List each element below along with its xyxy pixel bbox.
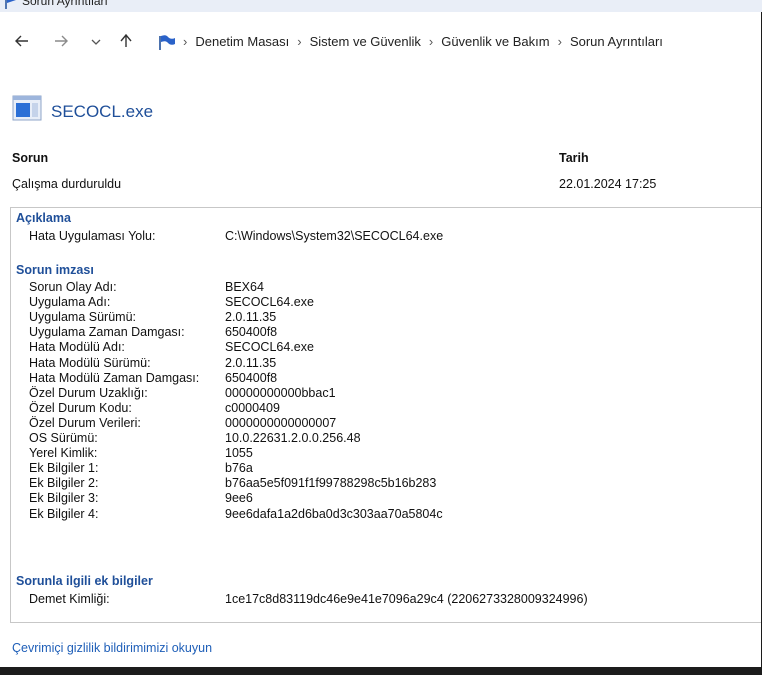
up-arrow-icon (118, 33, 134, 54)
app-name: SECOCL.exe (51, 101, 154, 121)
detail-value: 1ce17c8d83119dc46e9e41e7096a29c4 (220627… (225, 592, 588, 606)
back-arrow-icon (14, 33, 30, 54)
signature-row: Yerel Kimlik: 1055 (29, 446, 762, 461)
signature-row: Uygulama Adı: SECOCL64.exe (29, 295, 762, 310)
details-panel: Açıklama Hata Uygulaması Yolu: C:\Window… (10, 207, 762, 623)
breadcrumb-separator: › (557, 34, 562, 49)
signature-row: Hata Modülü Zaman Damgası: 650400f8 (29, 371, 762, 386)
signature-value: 650400f8 (225, 370, 278, 385)
signature-label: Yerel Kimlik: (29, 446, 98, 461)
breadcrumb-separator: › (183, 34, 188, 49)
signature-label: Ek Bilgiler 2: (29, 476, 99, 491)
detail-label: Demet Kimliği: (29, 592, 110, 606)
taskbar-edge (0, 667, 762, 675)
detail-value: C:\Windows\System32\SECOCL64.exe (225, 229, 444, 243)
breadcrumb-item-problem-details[interactable]: Sorun Ayrıntıları (570, 34, 663, 49)
signature-row: Uygulama Zaman Damgası: 650400f8 (29, 325, 762, 340)
breadcrumb-item-control-panel[interactable]: Denetim Masası (195, 34, 289, 49)
signature-label: Ek Bilgiler 1: (29, 461, 99, 476)
up-button[interactable] (115, 32, 137, 54)
signature-value: BEX64 (225, 280, 264, 294)
signature-title: Sorun imzası (16, 263, 94, 277)
signature-row: Hata Modülü Adı: SECOCL64.exe (29, 340, 762, 355)
breadcrumb-separator: › (297, 34, 302, 49)
signature-row: Sorun Olay Adı: BEX64 (29, 280, 762, 295)
signature-label: Uygulama Sürümü: (29, 310, 136, 325)
signature-label: OS Sürümü: (29, 431, 98, 445)
signature-row: Ek Bilgiler 1: b76a (29, 461, 762, 476)
flag-icon (4, 0, 18, 12)
signature-label: Hata Modülü Adı: (29, 340, 125, 355)
signature-value: b76a (225, 461, 253, 476)
app-header: SECOCL.exe (12, 95, 153, 126)
breadcrumb: › Denetim Masası › Sistem ve Güvenlik › … (183, 34, 663, 49)
app-window-icon (12, 95, 42, 126)
signature-value: 650400f8 (225, 325, 278, 340)
signature-value: 10.0.22631.2.0.0.256.48 (225, 431, 361, 445)
signature-label: Uygulama Adı: (29, 295, 111, 310)
title-bar: Sorun Ayrıntıları (0, 0, 762, 12)
signature-row: Özel Durum Uzaklığı: 00000000000bbac1 (29, 386, 762, 401)
signature-label: Uygulama Zaman Damgası: (29, 325, 185, 340)
privacy-link[interactable]: Çevrimiçi gizlilik bildirimimizi okuyun (12, 641, 212, 655)
signature-label: Hata Modülü Sürümü: (29, 355, 151, 370)
detail-row: Demet Kimliği: 1ce17c8d83119dc46e9e41e70… (29, 592, 762, 607)
signature-row: Özel Durum Verileri: 0000000000000007 (29, 416, 762, 431)
signature-label: Özel Durum Kodu: (29, 400, 132, 415)
signature-value: 9ee6dafa1a2d6ba0d3c303aa70a5804c (225, 506, 443, 521)
signature-value: 2.0.11.35 (225, 355, 277, 370)
signature-row: Ek Bilgiler 4: 9ee6dafa1a2d6ba0d3c303aa70… (29, 507, 762, 522)
problem-value: Çalışma durduruldu (12, 177, 122, 191)
signature-label: Özel Durum Uzaklığı: (29, 385, 148, 400)
detail-label: Hata Uygulaması Yolu: (29, 229, 156, 243)
navigation-bar: › Denetim Masası › Sistem ve Güvenlik › … (0, 12, 762, 74)
signature-row: OS Sürümü: 10.0.22631.2.0.0.256.48 (29, 431, 762, 446)
signature-value: 2.0.11.35 (225, 310, 277, 325)
window-title: Sorun Ayrıntıları (22, 0, 108, 8)
signature-value: 9ee6 (225, 491, 253, 506)
signature-label: Sorun Olay Adı: (29, 280, 117, 294)
back-button[interactable] (11, 32, 33, 54)
signature-value: b76aa5e5f091f1f99788298c5b16b283 (225, 476, 437, 491)
signature-row: Ek Bilgiler 3: 9ee6 (29, 491, 762, 506)
problem-label: Sorun (12, 151, 49, 165)
signature-row: Ek Bilgiler 2: b76aa5e5f091f1f99788298c5b… (29, 476, 762, 491)
forward-arrow-icon (53, 33, 69, 54)
detail-row: Hata Uygulaması Yolu: C:\Windows\System3… (29, 229, 762, 244)
signature-row: Hata Modülü Sürümü: 2.0.11.35 (29, 356, 762, 371)
breadcrumb-item-system-security[interactable]: Sistem ve Güvenlik (310, 34, 421, 49)
date-value: 22.01.2024 17:25 (559, 177, 657, 191)
extra-info-title: Sorunla ilgili ek bilgiler (16, 574, 153, 588)
signature-value: SECOCL64.exe (225, 340, 314, 355)
signature-value: 00000000000bbac1 (225, 385, 336, 400)
breadcrumb-separator: › (428, 34, 434, 49)
signature-label: Ek Bilgiler 4: (29, 506, 99, 521)
signature-value: 0000000000000007 (225, 415, 337, 430)
breadcrumb-item-security-maintenance[interactable]: Güvenlik ve Bakım (441, 34, 549, 49)
date-label: Tarih (559, 151, 589, 165)
signature-label: Ek Bilgiler 3: (29, 491, 99, 506)
recent-locations-button[interactable] (85, 32, 107, 54)
signature-value: c0000409 (225, 400, 280, 415)
signature-value: 1055 (225, 446, 253, 461)
signature-row: Özel Durum Kodu: c0000409 (29, 401, 762, 416)
signature-row: Uygulama Sürümü: 2.0.11.35 (29, 310, 762, 325)
signature-label: Hata Modülü Zaman Damgası: (29, 370, 200, 385)
flag-icon (157, 34, 177, 57)
forward-button[interactable] (50, 32, 72, 54)
signature-value: SECOCL64.exe (225, 295, 314, 310)
description-title: Açıklama (16, 211, 71, 225)
signature-label: Özel Durum Verileri: (29, 415, 141, 430)
chevron-down-icon (90, 33, 102, 53)
